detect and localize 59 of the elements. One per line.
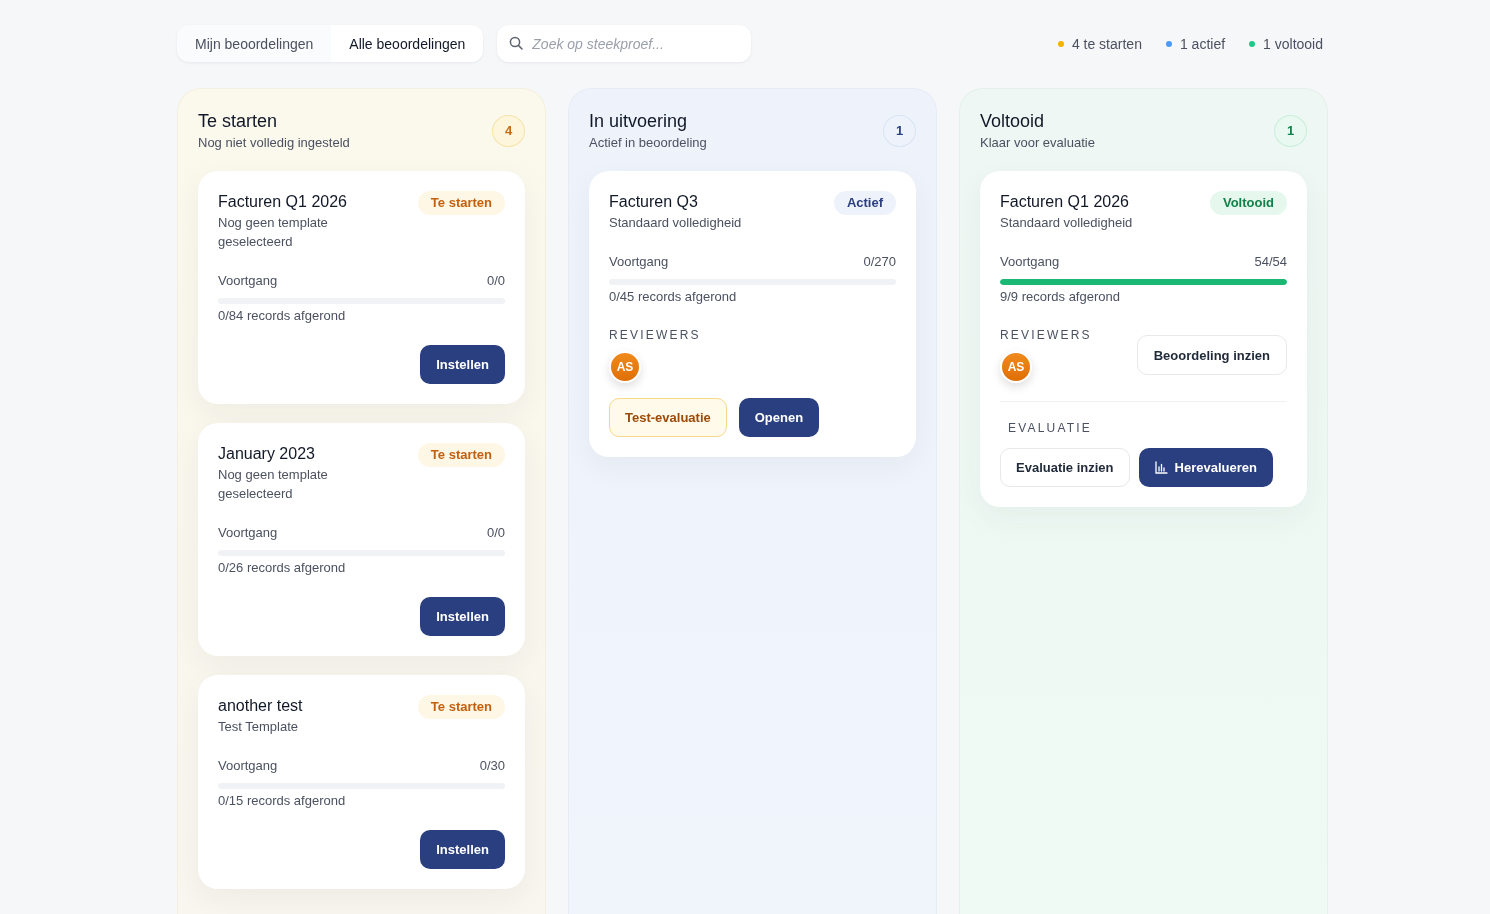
count-badge: 1 [1274, 114, 1307, 147]
card-title: Facturen Q1 2026 [218, 192, 348, 212]
column-subtitle: Klaar voor evaluatie [980, 134, 1095, 152]
card-title: January 2023 [218, 444, 316, 464]
count-badge: 1 [883, 114, 916, 147]
progress-label: Voortgang [218, 757, 278, 775]
records-text: 0/45 records afgerond [609, 288, 738, 306]
legend-label: 1 actief [1179, 35, 1226, 52]
progress-value: 0/270 [863, 253, 896, 271]
card-subtitle: Standaard volledigheid [609, 214, 742, 232]
records-text: 0/84 records afgerond [218, 307, 347, 325]
progress-value: 0/0 [486, 272, 505, 290]
section-label: EVALUATIE [1007, 420, 1094, 437]
card-subtitle: Nog geen template geselecteerd [218, 466, 329, 503]
action-button[interactable]: Instellen [420, 830, 505, 869]
records-text: 0/26 records afgerond [218, 559, 347, 577]
card-title: Facturen Q1 2026 [1000, 192, 1130, 212]
count-badge: 4 [492, 114, 525, 147]
card-subtitle: Nog geen template geselecteerd [218, 214, 329, 251]
status-badge: Actief [833, 191, 896, 215]
column-title: Te starten [198, 110, 279, 133]
legend-label: 1 voltooid [1263, 35, 1323, 52]
avatar: AS [609, 351, 641, 383]
tab[interactable]: Alle beoordelingen [331, 25, 484, 62]
status-badge: Te starten [417, 191, 505, 215]
progress-label: Voortgang [609, 253, 669, 271]
progress-label: Voortgang [218, 272, 278, 290]
action-button[interactable]: Herevalueren [1138, 448, 1273, 487]
avatar: AS [1000, 351, 1032, 383]
search-icon [509, 36, 524, 50]
progress-label: Voortgang [1000, 253, 1060, 271]
progress-value: 54/54 [1254, 253, 1287, 271]
records-text: 9/9 records afgerond [1000, 288, 1121, 306]
tab[interactable]: Mijn beoordelingen [177, 25, 332, 62]
action-button[interactable]: Openen [738, 398, 820, 437]
column-subtitle: Nog niet volledig ingesteld [198, 134, 350, 152]
search-field[interactable]: Zoek op steekproef... [497, 25, 752, 62]
progress-label: Voortgang [218, 524, 278, 542]
status-badge: Te starten [417, 695, 505, 719]
action-button[interactable]: Evaluatie inzien [1000, 448, 1130, 487]
card-subtitle: Standaard volledigheid [1000, 214, 1133, 232]
status-badge: Voltooid [1209, 191, 1287, 215]
action-button[interactable]: Instellen [420, 345, 505, 384]
column-title: Voltooid [980, 110, 1046, 133]
action-button[interactable]: Beoordeling inzien [1136, 335, 1287, 375]
legend-label: 4 te starten [1071, 35, 1142, 52]
action-button[interactable]: Instellen [420, 597, 505, 636]
card-title: Facturen Q3 [609, 192, 699, 212]
section-label: REVIEWERS [1000, 327, 1092, 344]
column-title: In uitvoering [589, 110, 689, 133]
action-button[interactable]: Test-evaluatie [609, 398, 727, 437]
progress-value: 0/30 [479, 757, 505, 775]
records-text: 0/15 records afgerond [218, 792, 347, 810]
card-subtitle: Test Template [218, 718, 299, 736]
section-label: REVIEWERS [609, 327, 701, 344]
status-badge: Te starten [417, 443, 505, 467]
card-title: another test [218, 696, 303, 716]
column-subtitle: Actief in beoordeling [589, 134, 707, 152]
progress-value: 0/0 [486, 524, 505, 542]
